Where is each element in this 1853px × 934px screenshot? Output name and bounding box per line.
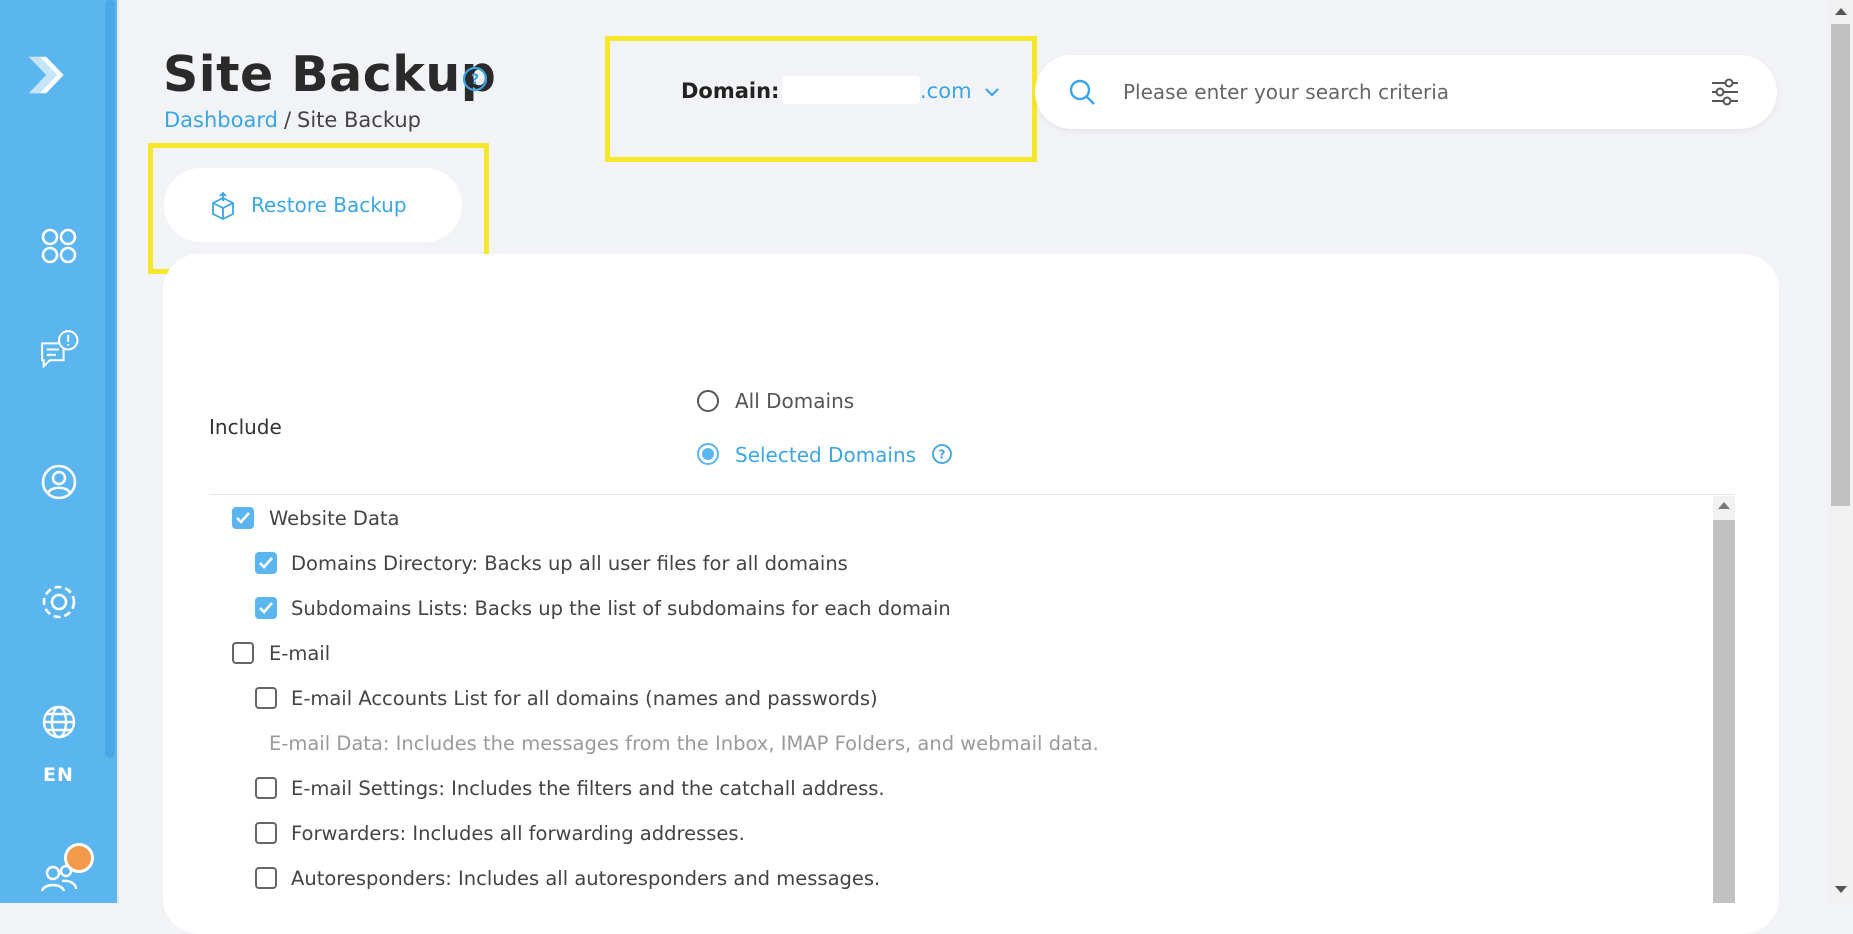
svg-text:?: ? [939, 448, 946, 462]
page-scrollbar-thumb[interactable] [1831, 24, 1850, 506]
domain-selector[interactable]: .com [920, 79, 972, 103]
help-icon[interactable]: ? [462, 66, 488, 92]
item-label-disabled: E-mail Data: Includes the messages from … [269, 732, 1099, 755]
checkbox-email-settings[interactable] [255, 777, 277, 799]
svg-text:?: ? [471, 72, 479, 88]
restore-backup-button[interactable]: Restore Backup [164, 168, 462, 242]
checkbox-autoresponders[interactable] [255, 867, 277, 889]
scroll-down-arrow-icon[interactable] [1835, 886, 1847, 893]
search-bar [1035, 55, 1777, 129]
item-label: Forwarders: Includes all forwarding addr… [291, 822, 745, 845]
sidebar-separator [117, 0, 119, 903]
include-label: Include [209, 415, 282, 439]
globe-icon[interactable] [36, 699, 82, 745]
item-label: Autoresponders: Includes all autorespond… [291, 867, 881, 890]
domain-label: Domain: [681, 79, 780, 103]
checkbox-website-data[interactable] [232, 507, 254, 529]
radio-all-domains[interactable] [697, 390, 719, 412]
sidebar: EN [0, 0, 119, 903]
search-icon[interactable] [1067, 77, 1097, 107]
chevron-down-icon[interactable] [983, 84, 1001, 98]
gear-icon[interactable] [36, 579, 82, 625]
box-upload-icon [210, 191, 236, 221]
item-label: Website Data [269, 507, 400, 530]
breadcrumb-current: Site Backup [297, 108, 421, 132]
checkbox-email-accounts[interactable] [255, 687, 277, 709]
restore-backup-label: Restore Backup [251, 193, 407, 217]
domain-redaction [782, 76, 920, 104]
search-input[interactable] [1121, 71, 1645, 113]
chevron-logo-icon[interactable] [24, 52, 82, 110]
grid-icon[interactable] [36, 223, 82, 269]
checkbox-forwarders[interactable] [255, 822, 277, 844]
page-scrollbar[interactable] [1828, 0, 1853, 903]
help-icon[interactable]: ? [931, 443, 953, 465]
filter-settings-icon[interactable] [1709, 75, 1741, 109]
scroll-up-arrow-icon[interactable] [1718, 502, 1730, 509]
notification-badge [64, 843, 94, 873]
breadcrumb-separator: / [283, 108, 292, 132]
page-title: Site Backup [163, 46, 497, 103]
breadcrumb: Dashboard / Site Backup [164, 108, 421, 132]
language-label[interactable]: EN [0, 764, 117, 786]
item-label: Subdomains Lists: Backs up the list of s… [291, 597, 951, 620]
section-divider [209, 494, 1735, 495]
sidebar-scrollbar[interactable] [105, 0, 115, 758]
radio-all-domains-label[interactable]: All Domains [735, 389, 854, 413]
breadcrumb-dashboard-link[interactable]: Dashboard [164, 108, 278, 132]
radio-selected-domains[interactable] [697, 443, 719, 465]
item-label: Domains Directory: Backs up all user fil… [291, 552, 848, 575]
chat-alert-icon[interactable] [36, 328, 96, 388]
user-circle-icon[interactable] [36, 459, 82, 505]
scroll-up-arrow-icon[interactable] [1835, 8, 1847, 15]
item-label: E-mail Accounts List for all domains (na… [291, 687, 878, 710]
checkbox-email[interactable] [232, 642, 254, 664]
list-scrollbar-thumb[interactable] [1713, 520, 1735, 903]
checkbox-domains-directory[interactable] [255, 552, 277, 574]
item-label: E-mail [269, 642, 331, 665]
item-label: E-mail Settings: Includes the filters an… [291, 777, 885, 800]
checkbox-subdomains-lists[interactable] [255, 597, 277, 619]
list-scrollbar[interactable] [1713, 496, 1735, 903]
radio-selected-domains-label[interactable]: Selected Domains [735, 443, 916, 467]
